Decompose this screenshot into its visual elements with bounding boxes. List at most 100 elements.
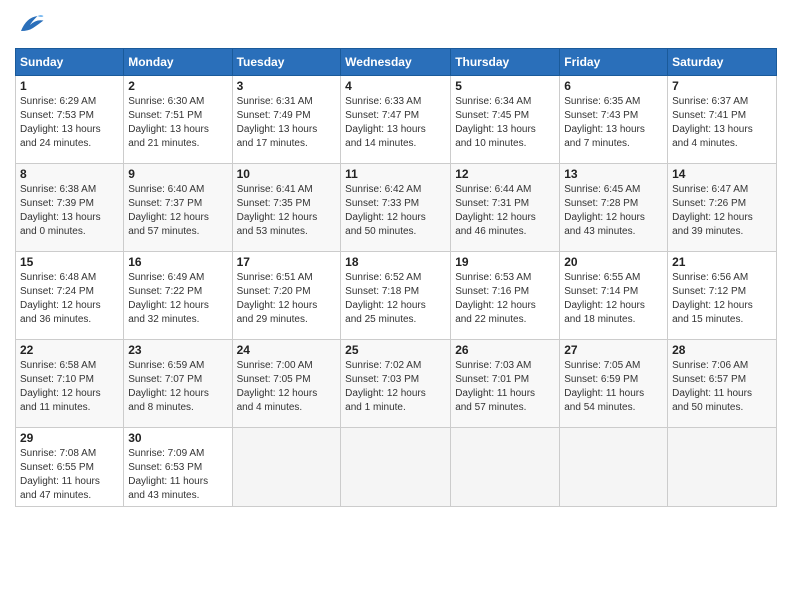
day-number: 19 [455, 255, 555, 269]
day-info: Sunrise: 6:59 AM Sunset: 7:07 PM Dayligh… [128, 359, 227, 415]
day-number: 30 [128, 431, 227, 445]
table-row: 24Sunrise: 7:00 AM Sunset: 7:05 PM Dayli… [232, 340, 341, 428]
day-number: 9 [128, 167, 227, 181]
table-row: 8 Sunrise: 6:38 AM Sunset: 7:39 PM Daylig… [16, 164, 124, 252]
day-number: 10 [237, 167, 337, 181]
day-number: 22 [20, 343, 119, 357]
table-row: 10 Sunrise: 6:41 AM Sunset: 7:35 PM Dayli… [232, 164, 341, 252]
table-row: 23 Sunrise: 6:59 AM Sunset: 7:07 PM Dayli… [124, 340, 232, 428]
calendar-week-row: 29 Sunrise: 7:08 AM Sunset: 6:55 PM Dayli… [16, 428, 777, 507]
day-info: Sunrise: 7:02 AM Sunset: 7:03 PM Dayligh… [345, 359, 446, 415]
page: Sunday Monday Tuesday Wednesday Thursday… [0, 0, 792, 612]
day-number: 18 [345, 255, 446, 269]
day-info: Sunrise: 6:44 AM Sunset: 7:31 PM Dayligh… [455, 183, 555, 239]
day-info: Sunrise: 6:58 AM Sunset: 7:10 PM Dayligh… [20, 359, 119, 415]
calendar-week-row: 15 Sunrise: 6:48 AM Sunset: 7:24 PM Dayli… [16, 252, 777, 340]
day-info: Sunrise: 6:29 AM Sunset: 7:53 PM Dayligh… [20, 95, 119, 151]
calendar-week-row: 8 Sunrise: 6:38 AM Sunset: 7:39 PM Daylig… [16, 164, 777, 252]
calendar-header-row: Sunday Monday Tuesday Wednesday Thursday… [16, 49, 777, 76]
day-number: 28 [672, 343, 772, 357]
day-info: Sunrise: 6:38 AM Sunset: 7:39 PM Dayligh… [20, 183, 119, 239]
day-info: Sunrise: 6:49 AM Sunset: 7:22 PM Dayligh… [128, 271, 227, 327]
col-monday: Monday [124, 49, 232, 76]
table-row: 13 Sunrise: 6:45 AM Sunset: 7:28 PM Dayli… [560, 164, 668, 252]
table-row [451, 428, 560, 507]
day-info: Sunrise: 6:55 AM Sunset: 7:14 PM Dayligh… [564, 271, 663, 327]
table-row: 11 Sunrise: 6:42 AM Sunset: 7:33 PM Dayli… [341, 164, 451, 252]
day-info: Sunrise: 6:31 AM Sunset: 7:49 PM Dayligh… [237, 95, 337, 151]
table-row: 21 Sunrise: 6:56 AM Sunset: 7:12 PM Dayli… [668, 252, 777, 340]
col-friday: Friday [560, 49, 668, 76]
day-number: 23 [128, 343, 227, 357]
day-number: 14 [672, 167, 772, 181]
day-info: Sunrise: 6:41 AM Sunset: 7:35 PM Dayligh… [237, 183, 337, 239]
table-row: 27Sunrise: 7:05 AM Sunset: 6:59 PM Dayli… [560, 340, 668, 428]
day-number: 21 [672, 255, 772, 269]
day-info: Sunrise: 6:40 AM Sunset: 7:37 PM Dayligh… [128, 183, 227, 239]
day-info: Sunrise: 6:33 AM Sunset: 7:47 PM Dayligh… [345, 95, 446, 151]
col-wednesday: Wednesday [341, 49, 451, 76]
day-info: Sunrise: 7:00 AM Sunset: 7:05 PM Dayligh… [237, 359, 337, 415]
table-row: 18 Sunrise: 6:52 AM Sunset: 7:18 PM Dayli… [341, 252, 451, 340]
table-row: 3 Sunrise: 6:31 AM Sunset: 7:49 PM Daylig… [232, 76, 341, 164]
day-number: 29 [20, 431, 119, 445]
day-info: Sunrise: 6:52 AM Sunset: 7:18 PM Dayligh… [345, 271, 446, 327]
day-number: 15 [20, 255, 119, 269]
logo [15, 10, 49, 40]
col-sunday: Sunday [16, 49, 124, 76]
day-number: 17 [237, 255, 337, 269]
table-row [668, 428, 777, 507]
day-number: 26 [455, 343, 555, 357]
day-info: Sunrise: 7:05 AM Sunset: 6:59 PM Dayligh… [564, 359, 663, 415]
day-number: 5 [455, 79, 555, 93]
day-info: Sunrise: 7:06 AM Sunset: 6:57 PM Dayligh… [672, 359, 772, 415]
table-row: 30 Sunrise: 7:09 AM Sunset: 6:53 PM Dayli… [124, 428, 232, 507]
header [15, 10, 777, 40]
calendar-week-row: 22 Sunrise: 6:58 AM Sunset: 7:10 PM Dayli… [16, 340, 777, 428]
day-info: Sunrise: 6:47 AM Sunset: 7:26 PM Dayligh… [672, 183, 772, 239]
day-info: Sunrise: 6:45 AM Sunset: 7:28 PM Dayligh… [564, 183, 663, 239]
table-row: 7Sunrise: 6:37 AM Sunset: 7:41 PM Daylig… [668, 76, 777, 164]
day-number: 16 [128, 255, 227, 269]
day-number: 6 [564, 79, 663, 93]
day-number: 4 [345, 79, 446, 93]
table-row: 22 Sunrise: 6:58 AM Sunset: 7:10 PM Dayli… [16, 340, 124, 428]
day-info: Sunrise: 6:42 AM Sunset: 7:33 PM Dayligh… [345, 183, 446, 239]
day-info: Sunrise: 6:56 AM Sunset: 7:12 PM Dayligh… [672, 271, 772, 327]
day-number: 2 [128, 79, 227, 93]
day-number: 1 [20, 79, 119, 93]
table-row: 25 Sunrise: 7:02 AM Sunset: 7:03 PM Dayli… [341, 340, 451, 428]
day-info: Sunrise: 6:30 AM Sunset: 7:51 PM Dayligh… [128, 95, 227, 151]
day-number: 13 [564, 167, 663, 181]
day-number: 11 [345, 167, 446, 181]
table-row: 9 Sunrise: 6:40 AM Sunset: 7:37 PM Daylig… [124, 164, 232, 252]
day-info: Sunrise: 6:35 AM Sunset: 7:43 PM Dayligh… [564, 95, 663, 151]
table-row: 28 Sunrise: 7:06 AM Sunset: 6:57 PM Dayli… [668, 340, 777, 428]
table-row: 26 Sunrise: 7:03 AM Sunset: 7:01 PM Dayli… [451, 340, 560, 428]
day-number: 20 [564, 255, 663, 269]
day-info: Sunrise: 6:53 AM Sunset: 7:16 PM Dayligh… [455, 271, 555, 327]
table-row: 19 Sunrise: 6:53 AM Sunset: 7:16 PM Dayli… [451, 252, 560, 340]
day-number: 3 [237, 79, 337, 93]
day-number: 8 [20, 167, 119, 181]
table-row: 5Sunrise: 6:34 AM Sunset: 7:45 PM Daylig… [451, 76, 560, 164]
table-row: 16 Sunrise: 6:49 AM Sunset: 7:22 PM Dayli… [124, 252, 232, 340]
calendar-week-row: 1 Sunrise: 6:29 AM Sunset: 7:53 PM Daylig… [16, 76, 777, 164]
table-row [560, 428, 668, 507]
col-thursday: Thursday [451, 49, 560, 76]
logo-bird-icon [15, 10, 45, 40]
day-info: Sunrise: 6:48 AM Sunset: 7:24 PM Dayligh… [20, 271, 119, 327]
day-number: 25 [345, 343, 446, 357]
table-row: 14 Sunrise: 6:47 AM Sunset: 7:26 PM Dayli… [668, 164, 777, 252]
day-info: Sunrise: 7:09 AM Sunset: 6:53 PM Dayligh… [128, 447, 227, 503]
table-row [341, 428, 451, 507]
day-info: Sunrise: 6:51 AM Sunset: 7:20 PM Dayligh… [237, 271, 337, 327]
day-info: Sunrise: 7:08 AM Sunset: 6:55 PM Dayligh… [20, 447, 119, 503]
day-number: 12 [455, 167, 555, 181]
day-info: Sunrise: 6:37 AM Sunset: 7:41 PM Dayligh… [672, 95, 772, 151]
table-row: 12 Sunrise: 6:44 AM Sunset: 7:31 PM Dayli… [451, 164, 560, 252]
day-info: Sunrise: 7:03 AM Sunset: 7:01 PM Dayligh… [455, 359, 555, 415]
table-row: 15 Sunrise: 6:48 AM Sunset: 7:24 PM Dayli… [16, 252, 124, 340]
table-row: 2 Sunrise: 6:30 AM Sunset: 7:51 PM Daylig… [124, 76, 232, 164]
col-tuesday: Tuesday [232, 49, 341, 76]
